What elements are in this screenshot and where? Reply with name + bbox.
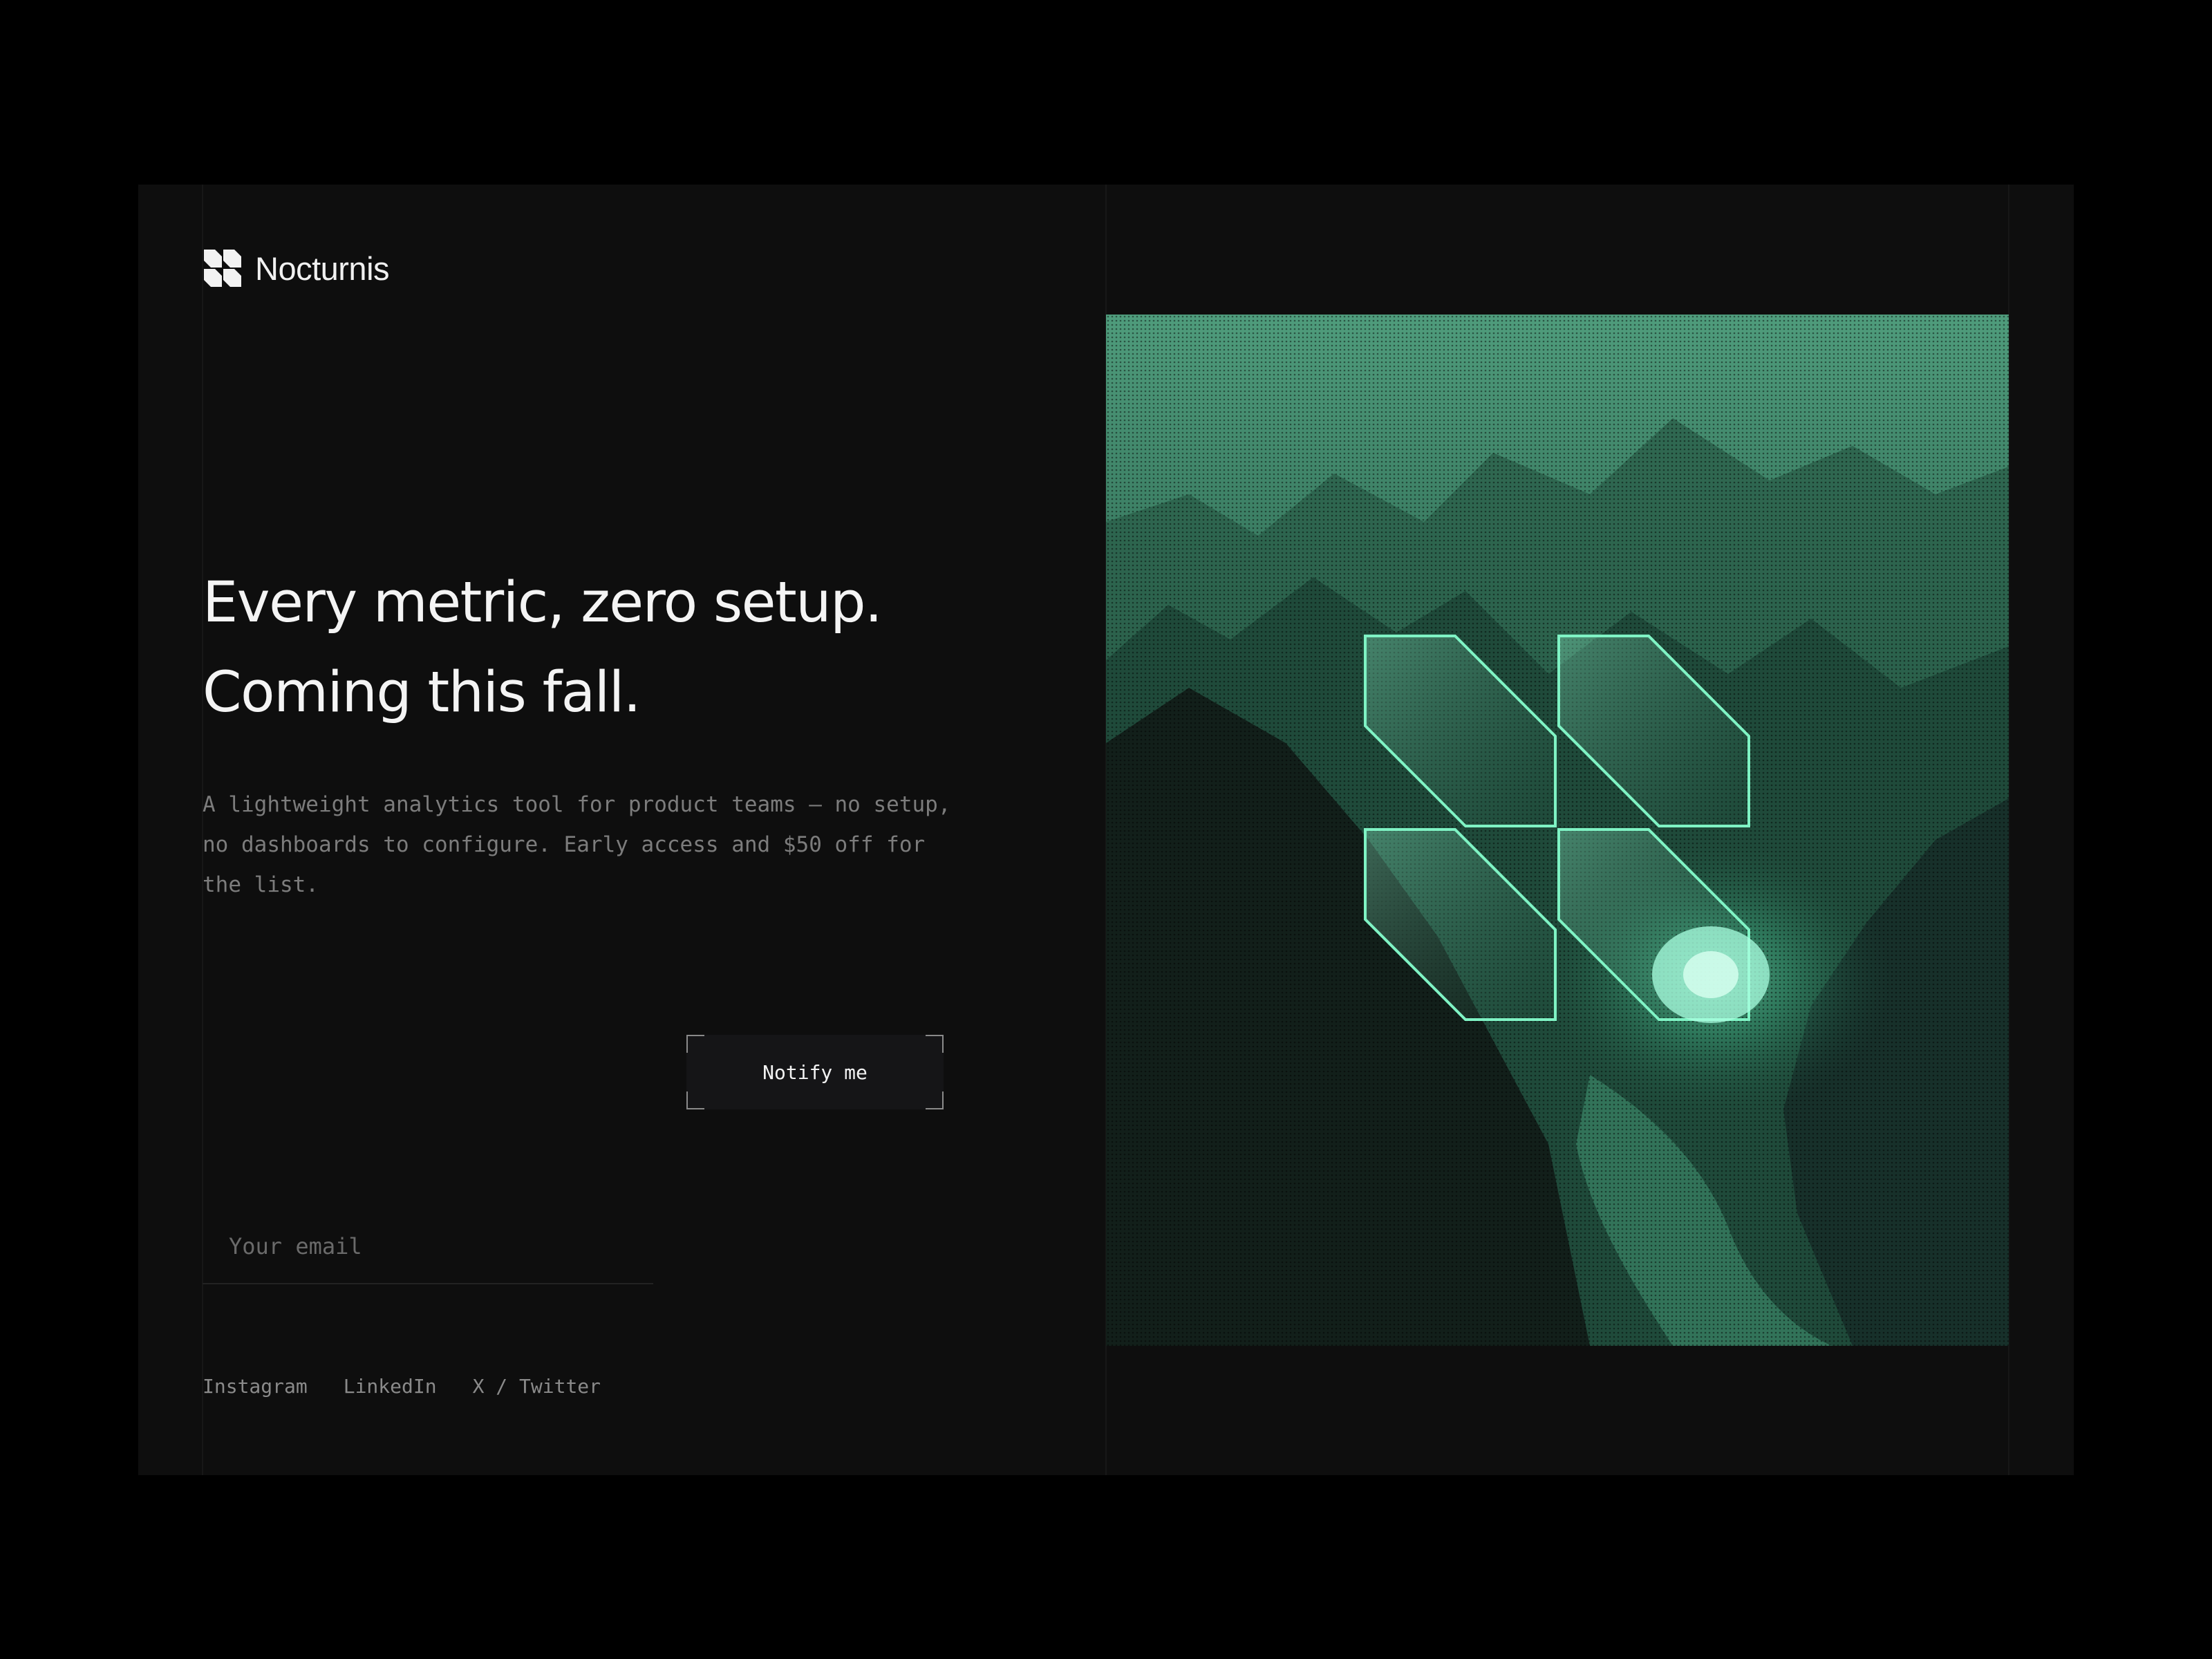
brand-logo[interactable]: Nocturnis <box>203 248 390 288</box>
hero-description: A lightweight analytics tool for product… <box>203 792 951 897</box>
email-field-wrapper <box>203 1210 653 1284</box>
landing-panel: Nocturnis Every metric, zero setup. Comi… <box>138 185 2074 1475</box>
social-links: Instagram LinkedIn X / Twitter <box>203 1375 601 1398</box>
hero-artwork <box>1106 315 2009 1346</box>
button-corner-bottom-left <box>686 1091 704 1109</box>
headline-line-1: Every metric, zero setup. <box>203 570 883 635</box>
email-input[interactable] <box>203 1210 653 1283</box>
social-link-x-twitter[interactable]: X / Twitter <box>473 1375 601 1398</box>
social-link-linkedin[interactable]: LinkedIn <box>344 1375 437 1398</box>
hero-headline: Every metric, zero setup. Coming this fa… <box>203 558 997 738</box>
mountain-halftone-image <box>1106 315 2009 1346</box>
button-corner-top-right <box>926 1035 944 1053</box>
notify-me-label: Notify me <box>762 1060 868 1084</box>
button-corner-top-left <box>686 1035 704 1053</box>
four-diamond-logo-icon <box>204 250 241 287</box>
notify-me-button[interactable]: Notify me <box>686 1035 944 1109</box>
social-link-instagram[interactable]: Instagram <box>203 1375 308 1398</box>
button-corner-bottom-right <box>926 1091 944 1109</box>
brand-name: Nocturnis <box>255 250 390 287</box>
headline-line-2: Coming this fall. <box>203 660 641 725</box>
